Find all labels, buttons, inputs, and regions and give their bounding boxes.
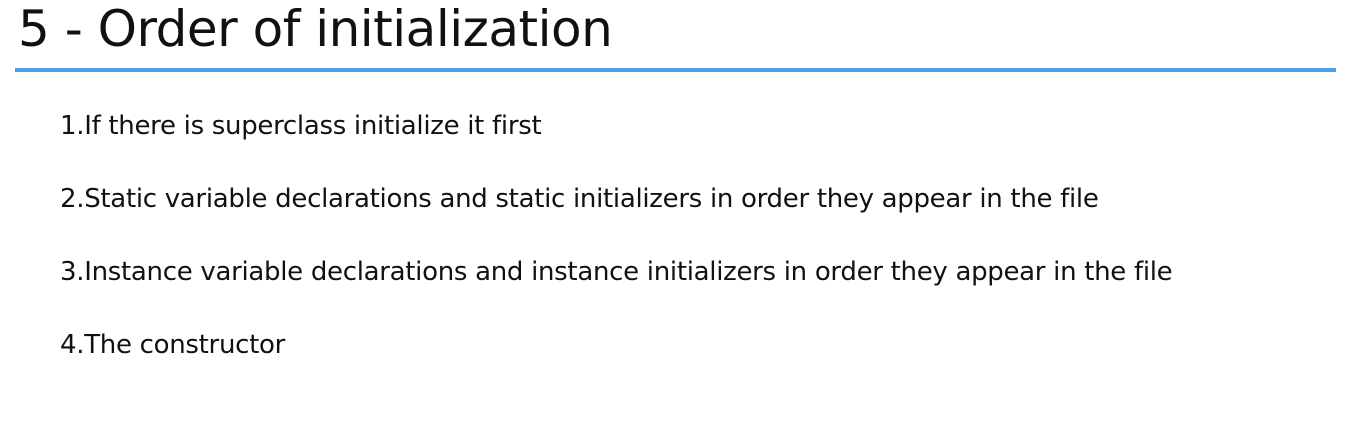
title-underline [15,68,1336,72]
slide-title: 5 - Order of initialization [18,0,613,58]
step-item: 4.The constructor [60,330,286,360]
steps-list: 1.If there is superclass initialize it f… [60,108,1173,400]
step-item: 1.If there is superclass initialize it f… [60,111,542,141]
slide: 5 - Order of initialization 1.If there i… [0,0,1348,427]
step-item: 3.Instance variable declarations and ins… [60,257,1173,287]
step-item: 2.Static variable declarations and stati… [60,184,1099,214]
